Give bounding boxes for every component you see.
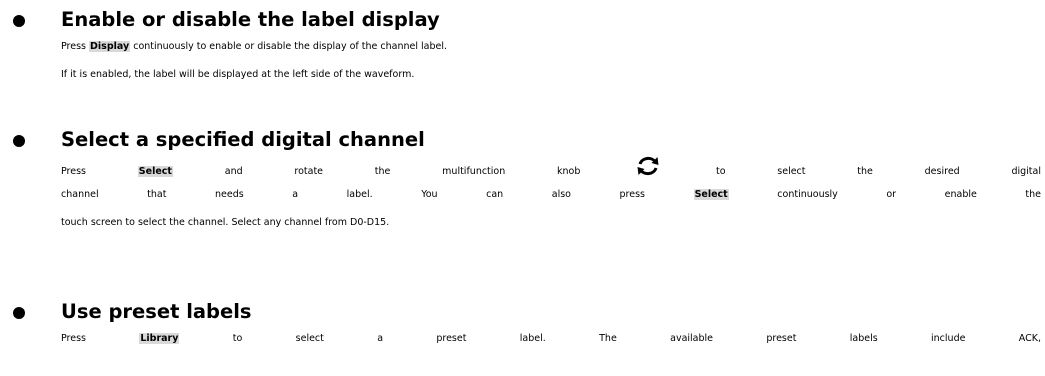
item-title: Enable or disable the label display [61, 8, 440, 31]
key-library: Library [139, 333, 180, 344]
item-title: Use preset labels [61, 300, 252, 323]
bullet-icon [13, 135, 25, 147]
body-line: Press Display continuously to enable or … [61, 41, 447, 52]
item-title: Select a specified digital channel [61, 128, 425, 151]
body-line: Press Library to select a preset label. … [61, 333, 1041, 344]
body-line: channel that needs a label. You can also… [61, 189, 1041, 200]
key-select: Select [693, 189, 729, 200]
key-display: Display [89, 41, 131, 52]
document-page: Enable or disable the label display Pres… [0, 0, 1045, 376]
body-line: Press Select and rotate the multifunctio… [61, 155, 1041, 184]
rotate-knob-icon [637, 156, 659, 176]
body-line: If it is enabled, the label will be disp… [61, 69, 415, 80]
key-select: Select [137, 166, 173, 177]
bullet-icon [13, 15, 25, 27]
body-line: touch screen to select the channel. Sele… [61, 217, 390, 228]
bullet-icon [13, 307, 25, 319]
